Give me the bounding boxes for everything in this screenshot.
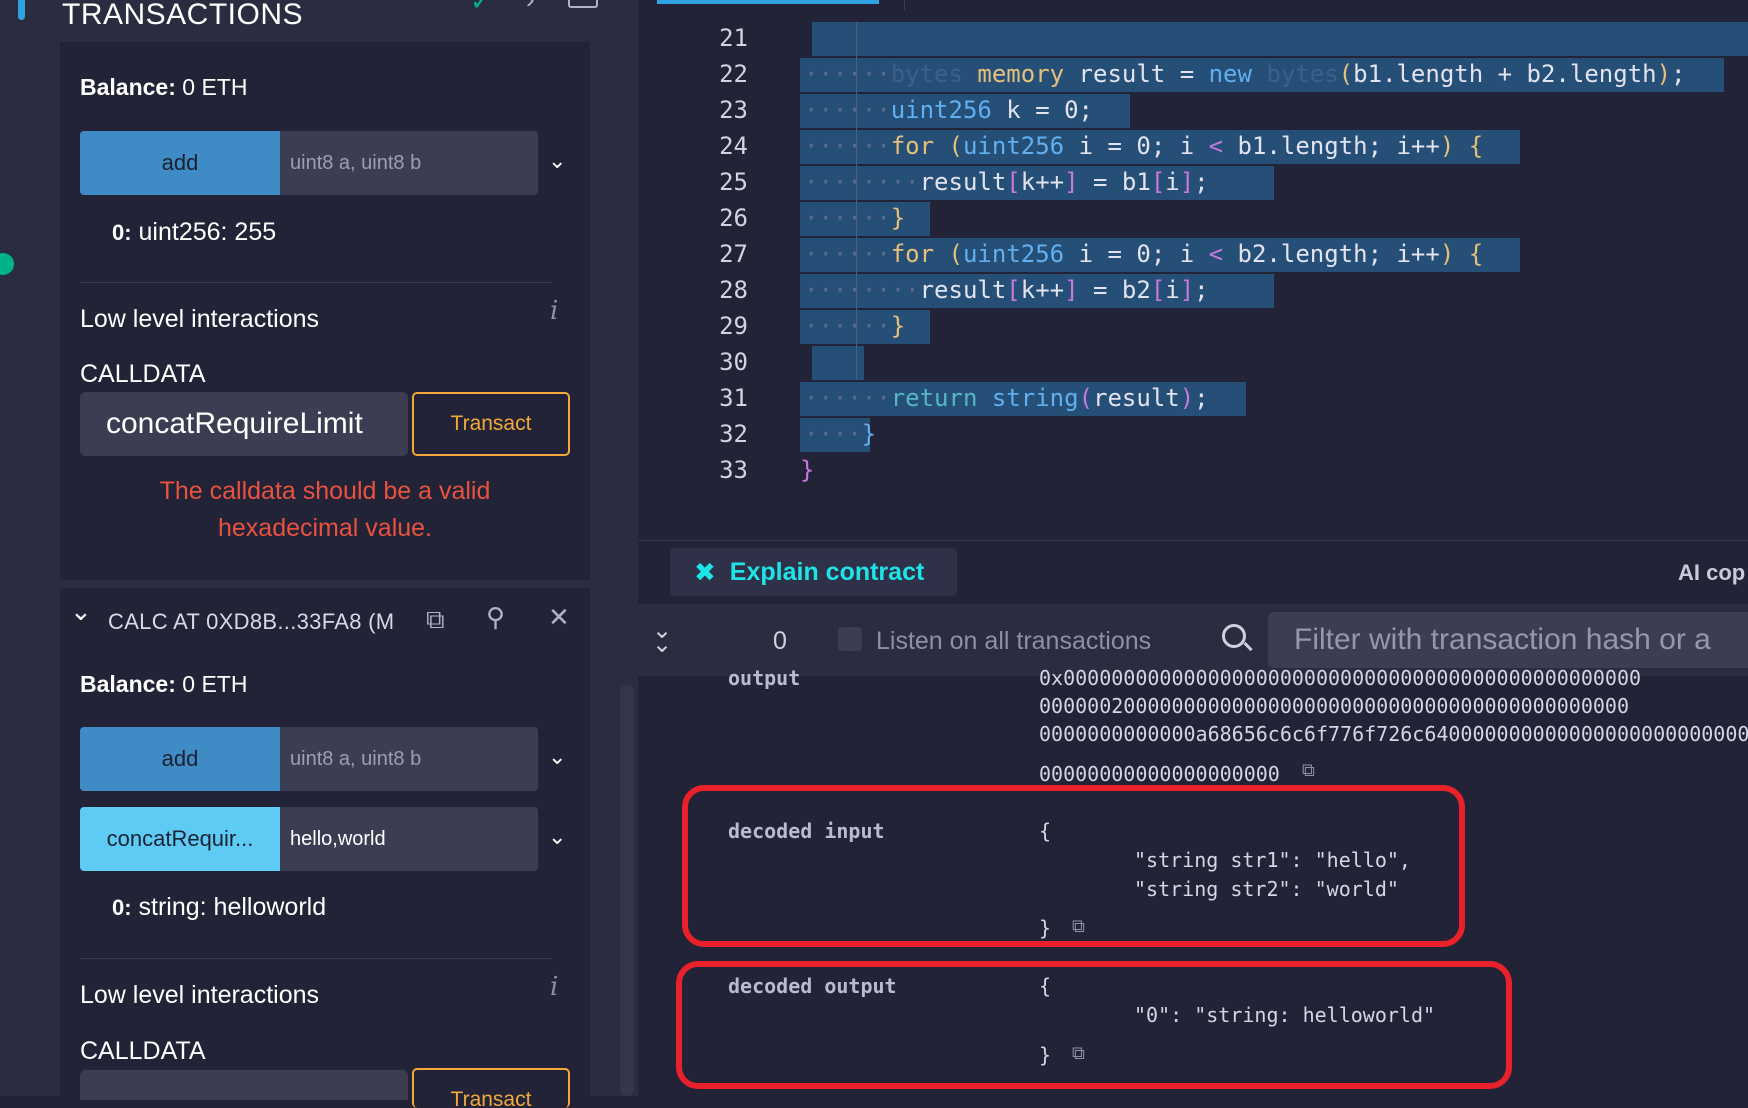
listen-label: Listen on all transactions [876,627,1152,655]
calldata-input[interactable]: concatRequireLimit [80,392,408,456]
add-button[interactable]: add [80,131,280,195]
chevron-down-icon[interactable]: ⌄ [70,596,92,627]
low-level-label: Low level interactions [80,981,320,1009]
line-number: 31 [719,384,748,412]
copy-icon[interactable]: ⧉ [426,604,445,636]
divider [80,282,552,283]
code-line: ······} [804,312,906,340]
line-number: 28 [719,276,748,304]
check-icon[interactable]: ✓ [470,0,492,17]
divider [80,958,552,959]
copy-icon[interactable]: ⧉ [1302,760,1315,781]
ai-copilot-label[interactable]: AI cop [1678,560,1745,586]
search-icon[interactable] [1222,624,1246,648]
line-number: 29 [719,312,748,340]
calldata-label: CALLDATA [80,360,206,388]
annotation-box [676,961,1512,1089]
function-concat: concatRequir... hello,world [80,807,538,871]
line-number: 26 [719,204,748,232]
code-line: } [800,456,815,484]
function-result: 0: string: helloworld [112,893,327,921]
output-line: 0000002000000000000000000000000000000000… [1039,694,1630,718]
close-icon[interactable]: ✕ [548,602,570,633]
code-line: ······} [804,204,906,232]
code-line: ········result[k++] = b1[i]; [804,168,1209,196]
filter-input[interactable]: Filter with transaction hash or a [1268,612,1748,668]
info-icon[interactable]: i [550,972,558,1002]
line-number: 25 [719,168,748,196]
low-level-label: Low level interactions [80,305,320,333]
line-number: 21 [719,24,748,52]
output-line: 0x00000000000000000000000000000000000000… [1039,666,1642,690]
calldata-error: The calldata should be a valid hexadecim… [159,477,491,542]
save-icon[interactable] [568,0,598,8]
code-line: ······uint256 k = 0; [804,96,1094,124]
arrow-icon[interactable]: › [526,0,535,15]
annotation-box [682,785,1465,947]
pending-tx-count: 0 [773,627,787,655]
code-line: ······bytes memory result = new bytes(b1… [804,60,1686,88]
pin-icon[interactable]: ⚲ [486,602,505,633]
double-chevron-down-icon[interactable]: ⌄ ⌄ [652,619,672,657]
function-result: 0: uint256: 255 [112,218,277,246]
line-number: 33 [719,456,748,484]
instance-title: CALC AT 0XD8B...33FA8 (M [108,609,395,634]
line-number: 24 [719,132,748,160]
calldata-label: CALLDATA [80,1037,206,1065]
transact-button[interactable]: Transact [412,1068,570,1108]
active-tab-indicator [657,0,879,4]
chevron-down-icon[interactable]: ⌄ [548,148,566,174]
add-button[interactable]: add [80,727,280,791]
code-line: ········result[k++] = b2[i]; [804,276,1209,304]
balance: Balance: 0 ETH [80,74,248,100]
line-number: 27 [719,240,748,268]
transact-button[interactable]: Transact [412,392,570,456]
add-args-input[interactable]: uint8 a, uint8 b [280,131,538,195]
chevron-down-icon[interactable]: ⌄ [548,744,566,770]
balance: Balance: 0 ETH [80,671,248,697]
function-add: add uint8 a, uint8 b [80,131,538,195]
info-icon[interactable]: i [550,296,558,326]
output-line: 00000000000000000000 [1039,762,1280,786]
sparkle-icon: ✖ [694,556,716,587]
icon-strip [0,0,28,1096]
concat-args-input[interactable]: hello,world [280,807,538,871]
code-line: ····} [804,420,877,448]
code-line: ······return string(result); [804,384,1209,412]
scrollbar[interactable] [620,685,634,1096]
listen-checkbox[interactable] [838,627,862,651]
line-number: 22 [719,60,748,88]
output-key: output [728,666,801,690]
code-line: ······for (uint256 i = 0; i < b1.length;… [804,132,1484,160]
selection [812,22,1748,56]
divider [904,0,905,10]
line-number: 30 [719,348,748,376]
add-args-input[interactable]: uint8 a, uint8 b [280,727,538,791]
line-number: 32 [719,420,748,448]
explain-contract-button[interactable]: ✖ Explain contract [670,548,957,596]
concat-button[interactable]: concatRequir... [80,807,280,871]
active-plugin-indicator [18,0,25,20]
output-line: 0000000000000a68656c6c6f776f726c64000000… [1039,722,1748,746]
section-title: TRANSACTIONS [62,0,304,31]
function-add: add uint8 a, uint8 b [80,727,538,791]
chevron-down-icon[interactable]: ⌄ [548,824,566,850]
code-line: ······for (uint256 i = 0; i < b2.length;… [804,240,1484,268]
line-number: 23 [719,96,748,124]
